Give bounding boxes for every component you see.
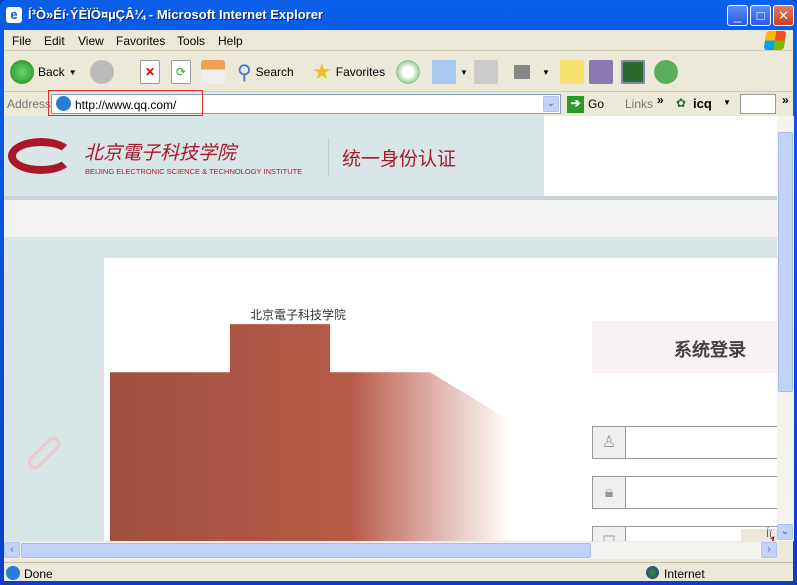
mail-button[interactable]: ▼ [432,58,468,86]
web-content: 北京電子科技学院 BEIJING ELECTRONIC SCIENCE & TE… [4,116,777,541]
search-button[interactable]: ⚲ Search [237,58,294,86]
back-label: Back [38,65,65,79]
menu-help[interactable]: Help [218,34,243,48]
windows-logo-icon [763,31,787,50]
status-bar: Done Internet [4,562,793,581]
favorites-button[interactable]: ★ Favorites [312,58,385,86]
scroll-left-button[interactable]: ‹ [4,542,20,558]
vertical-scroll-thumb[interactable] [778,132,793,392]
horizontal-scrollbar[interactable]: ‹ › [4,542,777,559]
forward-arrow-icon [90,60,114,84]
menu-tools[interactable]: Tools [177,34,205,48]
shield-check-icon: ⛉ [593,527,626,541]
edit-button[interactable]: ▼ [514,58,550,86]
printer-icon [474,60,498,84]
window-title: Í³Ò»Éí·ÝÈÏÖ¤µÇÂ¼ - Microsoft Internet Ex… [28,7,323,22]
address-dropdown[interactable]: ⌄ [543,96,559,112]
menu-favorites[interactable]: Favorites [116,34,165,48]
history-button[interactable] [396,58,420,86]
address-label: Address [7,97,52,111]
school-logo-icon [8,138,74,174]
stop-button[interactable]: ✕ [140,58,160,86]
close-button[interactable]: ✕ [773,5,794,26]
scroll-down-button[interactable]: ⌄ [777,524,793,540]
home-icon [201,60,225,84]
go-button[interactable]: Go [588,97,604,111]
user-icon: ♙ [593,427,626,458]
refresh-button[interactable]: ⟳ [171,58,191,86]
system-title: 统一身份认证 [342,149,457,170]
research-icon [589,60,613,84]
icq-small-icon: ✿ [676,96,687,110]
login-title-box: 系统登录 [592,321,777,373]
username-input[interactable]: ♙ [592,426,777,459]
edit-icon [514,65,530,79]
icq-search-input[interactable] [740,94,776,114]
go-arrow-icon[interactable]: ➔ [567,96,584,113]
address-bar: Address http://www.qq.com/ ⌄ ➔ Go Links … [4,90,793,116]
print-button[interactable] [474,58,498,86]
school-name-en: BEIJING ELECTRONIC SCIENCE & TECHNOLOGY … [85,167,303,176]
header-banner: 北京電子科技学院 BEIJING ELECTRONIC SCIENCE & TE… [4,116,544,196]
horizontal-scroll-thumb[interactable] [21,543,591,558]
menu-file[interactable]: File [12,34,31,48]
paperclip-icon [24,433,64,473]
note-icon [560,60,584,84]
search-icon: ⚲ [237,61,252,84]
messenger-icon [654,60,678,84]
security-zone: Internet [664,567,705,581]
messenger-button[interactable] [654,58,678,86]
url-highlight-box [48,90,203,116]
garbled-text: Íï [766,528,773,540]
favorites-label: Favorites [335,65,386,79]
building-photo [110,324,510,541]
globe-icon [646,566,659,579]
building-sign: 北京電子科技学院 [250,308,347,322]
icq-flower-icon [621,60,645,84]
menu-edit[interactable]: Edit [44,34,65,48]
research-button[interactable] [589,58,613,86]
star-icon: ★ [312,59,332,84]
back-arrow-icon [10,60,34,84]
home-button[interactable] [201,58,225,86]
menu-view[interactable]: View [78,34,104,48]
mail-icon [432,60,456,84]
links-button[interactable]: Links [625,97,653,111]
search-label: Search [255,65,294,79]
back-button[interactable]: Back ▼ [10,58,77,86]
minimize-button[interactable]: _ [727,5,748,26]
maximize-button[interactable]: □ [750,5,771,26]
scroll-right-button[interactable]: › [761,542,777,558]
notes-button[interactable] [560,58,584,86]
ie-icon: e [6,7,22,23]
history-icon [396,60,420,84]
school-name-cn: 北京電子科技学院 [84,142,237,164]
login-title: 系统登录 [674,340,746,360]
icq-link[interactable]: icq [693,96,712,111]
lock-icon: 🔒︎ [593,477,626,508]
icq-button[interactable] [621,58,645,86]
refresh-icon: ⟳ [171,60,191,84]
stop-icon: ✕ [140,60,160,84]
status-text: Done [24,567,53,581]
password-input[interactable]: 🔒︎ [592,476,777,509]
toolbar: Back ▼ ✕ ⟳ ⚲ Search ★ Favorites ▼ ▼ [4,52,793,92]
title-bar: e Í³Ò»Éí·ÝÈÏÖ¤µÇÂ¼ - Microsoft Internet … [0,0,797,30]
vertical-scrollbar[interactable]: ⌄ [777,116,794,541]
ie-window: e Í³Ò»Éí·ÝÈÏÖ¤µÇÂ¼ - Microsoft Internet … [0,0,797,585]
menu-bar: File Edit View Favorites Tools Help [4,30,793,51]
captcha-input[interactable]: ⛉ 1 [592,526,777,541]
forward-button[interactable] [90,58,114,86]
page-status-icon [6,566,20,580]
